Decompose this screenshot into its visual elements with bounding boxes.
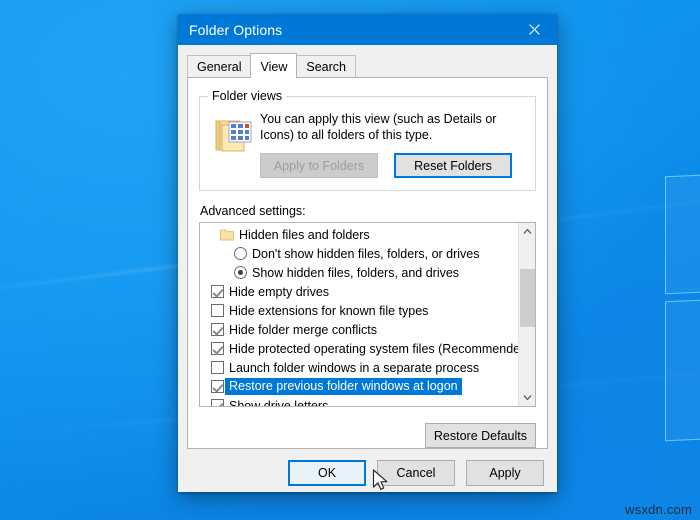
checkbox-indicator[interactable] (211, 304, 224, 317)
chevron-down-icon[interactable] (519, 389, 535, 406)
radio-button[interactable] (234, 247, 247, 260)
checkbox[interactable] (211, 342, 224, 355)
folder-views-legend: Folder views (208, 89, 287, 103)
list-item-label: Hide empty drives (229, 284, 330, 299)
restore-defaults-row: Restore Defaults (199, 423, 536, 448)
watermark-text: wsxdn.com (625, 502, 692, 517)
windows-logo-pane-bottom-right (665, 298, 700, 442)
dialog-titlebar[interactable]: Folder Options (178, 14, 557, 45)
checkbox-indicator[interactable] (211, 380, 224, 393)
tab-panel-view: Folder views You can apply this view (su… (187, 77, 548, 449)
tab-search[interactable]: Search (296, 55, 356, 77)
folder-options-dialog: Folder Options General View Search Folde… (178, 14, 557, 492)
list-checkbox-row[interactable]: Hide empty drives (200, 282, 518, 301)
checkbox[interactable] (211, 323, 224, 336)
dialog-footer: OK Cancel Apply (178, 449, 557, 496)
list-item-label: Hidden files and folders (239, 227, 370, 242)
folder-view-icon (210, 111, 260, 160)
ok-button[interactable]: OK (288, 459, 366, 486)
folder-views-group: Folder views You can apply this view (su… (199, 89, 536, 191)
tabstrip: General View Search (178, 53, 557, 78)
tab-general[interactable]: General (187, 55, 252, 77)
checkbox[interactable] (211, 285, 224, 298)
list-checkbox-row[interactable]: Hide protected operating system files (R… (200, 339, 531, 358)
checkbox-indicator[interactable] (211, 399, 224, 406)
list-item-label: Don't show hidden files, folders, or dri… (252, 246, 480, 261)
list-checkbox-row[interactable]: Restore previous folder windows at logon (200, 377, 518, 396)
advanced-settings-label: Advanced settings: (200, 204, 306, 218)
list-item-label: Hide extensions for known file types (229, 303, 429, 318)
list-item-label: Restore previous folder windows at logon (225, 378, 462, 395)
list-item-label: Show drive letters (229, 398, 329, 407)
checkbox-indicator[interactable] (211, 342, 224, 355)
list-checkbox-row[interactable]: Hide extensions for known file types (200, 301, 518, 320)
list-radio-row[interactable]: Don't show hidden files, folders, or dri… (200, 244, 518, 263)
apply-button[interactable]: Apply (466, 459, 544, 486)
restore-defaults-button[interactable]: Restore Defaults (424, 423, 536, 448)
list-group-header[interactable]: Hidden files and folders (200, 225, 518, 244)
tab-view[interactable]: View (250, 53, 298, 78)
advanced-settings-listbox[interactable]: Hidden files and folders Don't show hidde… (199, 222, 536, 407)
dialog-title: Folder Options (189, 21, 283, 38)
list-item-label: Show hidden files, folders, and drives (252, 265, 460, 280)
reset-folders-button[interactable]: Reset Folders (394, 153, 512, 178)
apply-to-folders-button[interactable]: Apply to Folders (260, 153, 378, 178)
radio-button[interactable] (234, 266, 247, 279)
list-radio-row[interactable]: Show hidden files, folders, and drives (200, 263, 518, 282)
chevron-up-icon[interactable] (519, 223, 535, 240)
list-checkbox-row[interactable]: Hide folder merge conflicts (200, 320, 518, 339)
list-item-label: Hide folder merge conflicts (229, 322, 377, 337)
windows-logo-pane-top-right (665, 173, 700, 295)
checkbox-indicator[interactable] (211, 361, 224, 374)
close-icon[interactable] (512, 14, 557, 45)
checkbox-indicator[interactable] (211, 323, 224, 336)
list-item-label: Hide protected operating system files (R… (229, 341, 532, 356)
folder-views-description: You can apply this view (such as Details… (260, 112, 497, 142)
radio-indicator[interactable] (234, 266, 247, 279)
checkbox[interactable] (211, 380, 224, 393)
advanced-settings-list: Hidden files and folders Don't show hidde… (200, 223, 531, 407)
checkbox[interactable] (211, 361, 224, 374)
checkbox[interactable] (211, 399, 224, 406)
checkbox-indicator[interactable] (211, 285, 224, 298)
desktop-background: wsxdn.com Folder Options General View Se… (0, 0, 700, 520)
scrollbar-thumb[interactable] (520, 269, 535, 327)
radio-indicator[interactable] (234, 247, 247, 260)
checkbox[interactable] (211, 304, 224, 317)
list-item-label: Launch folder windows in a separate proc… (229, 360, 480, 375)
list-checkbox-row[interactable]: Show drive letters (200, 396, 518, 407)
cancel-button[interactable]: Cancel (377, 459, 455, 486)
list-checkbox-row[interactable]: Launch folder windows in a separate proc… (200, 358, 518, 377)
list-scrollbar[interactable] (518, 223, 535, 406)
folder-icon (220, 228, 234, 241)
